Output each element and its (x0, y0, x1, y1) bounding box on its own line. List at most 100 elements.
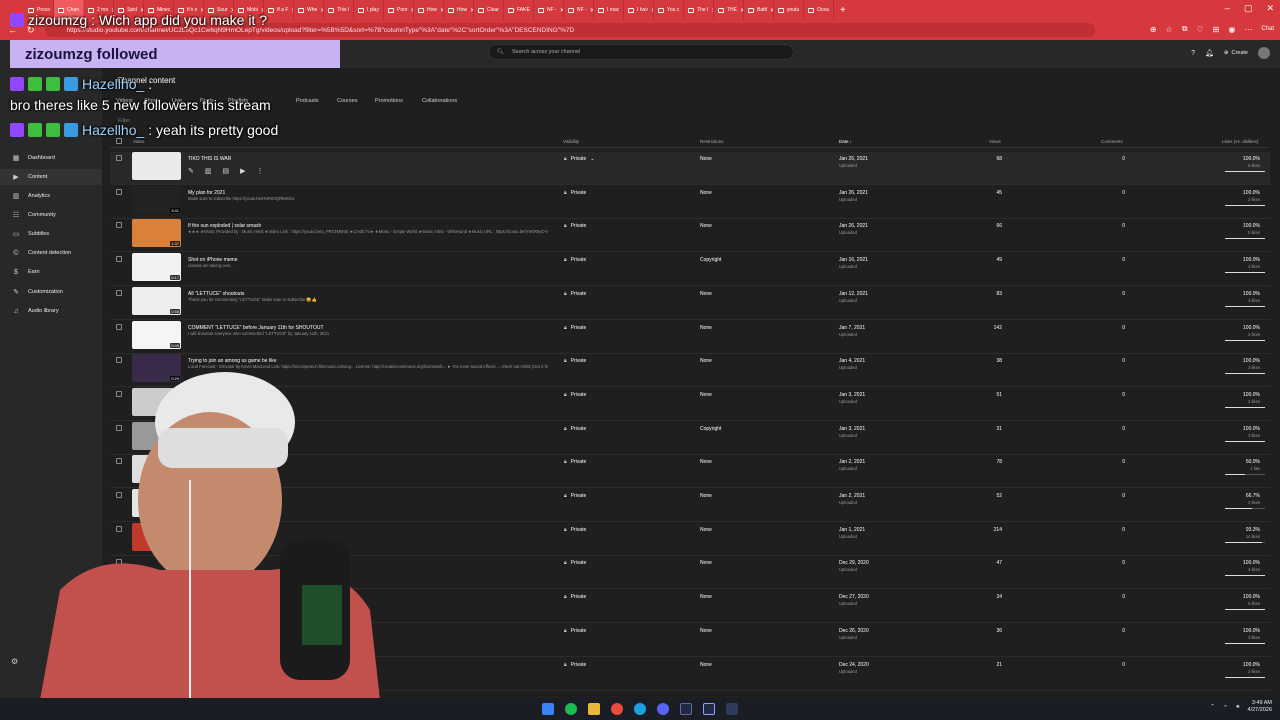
edit-icon[interactable]: ✎ (188, 167, 194, 175)
analytics-icon[interactable]: ▥ (205, 167, 212, 175)
volume-icon[interactable]: 🔊︎ (1236, 704, 1239, 711)
options-icon[interactable]: ⋮ (257, 167, 264, 175)
sidebar-item-analytics[interactable]: ▥ Analytics (0, 188, 102, 204)
row-checkbox[interactable] (116, 357, 122, 364)
video-thumbnail[interactable]: 0:09 (132, 320, 181, 349)
col-visibility[interactable]: Visibility (563, 139, 579, 144)
browser-tab[interactable]: Whe✕ (294, 0, 324, 20)
visibility-cell[interactable]: 🔒︎ Private (564, 325, 586, 331)
close-window-icon[interactable]: ✕ (1266, 3, 1274, 14)
visibility-cell[interactable]: 🔒︎ Private (564, 493, 586, 499)
browser-tab[interactable]: You c✕ (654, 0, 684, 20)
visibility-cell[interactable]: 🔒︎ Private (564, 662, 586, 668)
close-tab-icon[interactable]: ✕ (832, 7, 833, 14)
browser-tab[interactable]: Poor✕ (384, 0, 414, 20)
browser-tab[interactable]: NF -✕ (534, 0, 564, 20)
sidebar-item-subtitles[interactable]: ▭ Subtitles (0, 226, 102, 242)
browser-tab[interactable]: THE✕ (714, 0, 744, 20)
settings-gear-icon[interactable]: ⚙ (11, 657, 18, 666)
zoom-icon[interactable]: ⊕ (1150, 25, 1157, 34)
row-checkbox[interactable] (116, 323, 122, 330)
visibility-cell[interactable]: 🔒︎ Private (564, 459, 586, 465)
steam-icon[interactable] (680, 703, 692, 715)
browser-tab[interactable]: How✕ (444, 0, 474, 20)
sidebar-item-content-detection[interactable]: © Content detection (0, 245, 102, 261)
youtube-icon[interactable]: ▶ (240, 167, 245, 175)
visibility-cell[interactable]: 🔒︎ Private (564, 426, 586, 432)
minimize-icon[interactable]: – (1225, 3, 1230, 14)
star-icon[interactable]: ☆ (1166, 25, 1173, 34)
tab-collaborations[interactable]: Collaborations (422, 98, 457, 104)
sidebar-item-community[interactable]: ☷ Community (0, 207, 102, 223)
browser-tab[interactable]: The I✕ (684, 0, 714, 20)
browser-tab[interactable]: FAKE✕ (504, 0, 534, 20)
tab-courses[interactable]: Courses (337, 98, 357, 104)
browser-tab[interactable]: How✕ (414, 0, 444, 20)
visibility-cell[interactable]: 🔒︎ Private ⌄ (564, 156, 594, 162)
table-row[interactable]: 0:09 COMMENT "LETTUCE" before January 11t… (110, 320, 1270, 354)
table-row[interactable]: 0:58 All "LETTUCE" shoutouts Thank you for… (110, 286, 1270, 320)
create-button[interactable]: ⊕ Create (1224, 50, 1248, 56)
col-comments[interactable]: Comments (1101, 139, 1123, 144)
visibility-cell[interactable]: 🔒︎ Private (564, 257, 586, 263)
menu-dots-icon[interactable]: ⋯ (1244, 25, 1252, 34)
sidebar-item-earn[interactable]: $ Earn (0, 264, 102, 280)
chat-button[interactable]: Chat (1261, 26, 1274, 32)
clock[interactable]: 3:49 AM 4/27/2026 (1248, 700, 1272, 714)
browser-tab[interactable]: This l✕ (324, 0, 354, 20)
visibility-cell[interactable]: 🔒︎ Private (564, 560, 586, 566)
tab-podcasts[interactable]: Podcasts (296, 98, 319, 104)
app-icon[interactable] (726, 703, 738, 715)
table-row[interactable]: 0:17 Shot on iPhone meme Llamas are taking… (110, 253, 1270, 287)
col-likes[interactable]: Likes (vs. dislikes) (1222, 139, 1259, 144)
app-icon[interactable] (703, 703, 715, 715)
sidebar-item-customization[interactable]: ✎ Customization (0, 284, 102, 300)
video-thumbnail[interactable]: 0:17 (132, 253, 181, 282)
avatar[interactable] (1258, 47, 1270, 59)
favorites-icon[interactable]: ♡ (1196, 25, 1203, 34)
sidebar-item-audio-library[interactable]: ♫ Audio library (0, 303, 102, 319)
network-icon[interactable]: ⌔ (1223, 704, 1228, 711)
video-thumbnail[interactable]: 0:58 (132, 286, 181, 315)
col-restrictions[interactable]: Restrictions (700, 139, 724, 144)
browser-tab[interactable]: Battl✕ (744, 0, 774, 20)
search-input[interactable]: Search across your channel (512, 49, 580, 55)
browser-tab[interactable]: I mac✕ (594, 0, 624, 20)
row-checkbox[interactable] (116, 188, 122, 195)
row-checkbox[interactable] (116, 155, 122, 161)
table-row[interactable]: TIKO THIS IS WAR ✎ ▥ ▤ ▶ ⋮ 🔒︎ Private ⌄ None Jan 2… (110, 152, 1270, 185)
discord-icon[interactable] (657, 703, 669, 715)
browser-tab[interactable]: I hav✕ (624, 0, 654, 20)
tray-chevron-icon[interactable]: ⌃ (1210, 704, 1215, 710)
browser-tab[interactable]: I play✕ (354, 0, 384, 20)
visibility-cell[interactable]: 🔒︎ Private (564, 594, 586, 600)
visibility-cell[interactable]: 🔒︎ Private (564, 223, 586, 229)
row-checkbox[interactable] (116, 256, 122, 263)
comments-icon[interactable]: ▤ (223, 167, 230, 175)
windows-start-icon[interactable] (542, 703, 554, 715)
table-row[interactable]: 3:41 My plan for 2021 Make sure to subscri… (110, 185, 1270, 219)
profile-icon[interactable]: ◉ (1228, 25, 1235, 34)
sidebar-item-content[interactable]: ▶ Content (0, 169, 102, 185)
extensions-icon[interactable]: ⧉ (1182, 24, 1188, 34)
sidebar-item-dashboard[interactable]: ▦ Dashboard (0, 150, 102, 166)
browser-tab[interactable]: Clear✕ (474, 0, 504, 20)
help-icon[interactable]: ? (1191, 50, 1195, 57)
table-row[interactable]: 1:37 If the sun exploded | solar smash ★★★… (110, 219, 1270, 253)
notifications-icon[interactable]: 🔔︎ (1205, 49, 1214, 57)
video-thumbnail[interactable]: 1:37 (132, 219, 181, 248)
search-box[interactable]: 🔍︎ Search across your channel (488, 44, 794, 60)
new-tab-icon[interactable]: + (840, 5, 846, 16)
file-explorer-icon[interactable] (588, 703, 600, 715)
video-thumbnail[interactable]: 3:41 (132, 185, 181, 214)
video-thumbnail[interactable] (132, 152, 181, 180)
visibility-cell[interactable]: 🔒︎ Private (564, 392, 586, 398)
browser-tab[interactable]: If a F✕ (264, 0, 294, 20)
col-date[interactable]: Date ↓ (839, 139, 852, 144)
video-title[interactable]: TIKO THIS IS WAR (188, 156, 231, 162)
col-views[interactable]: Views (989, 139, 1001, 144)
edge-icon[interactable] (634, 703, 646, 715)
visibility-cell[interactable]: 🔒︎ Private (564, 527, 586, 533)
browser-tab[interactable]: Ocea✕ (804, 0, 834, 20)
visibility-cell[interactable]: 🔒︎ Private (564, 291, 586, 297)
